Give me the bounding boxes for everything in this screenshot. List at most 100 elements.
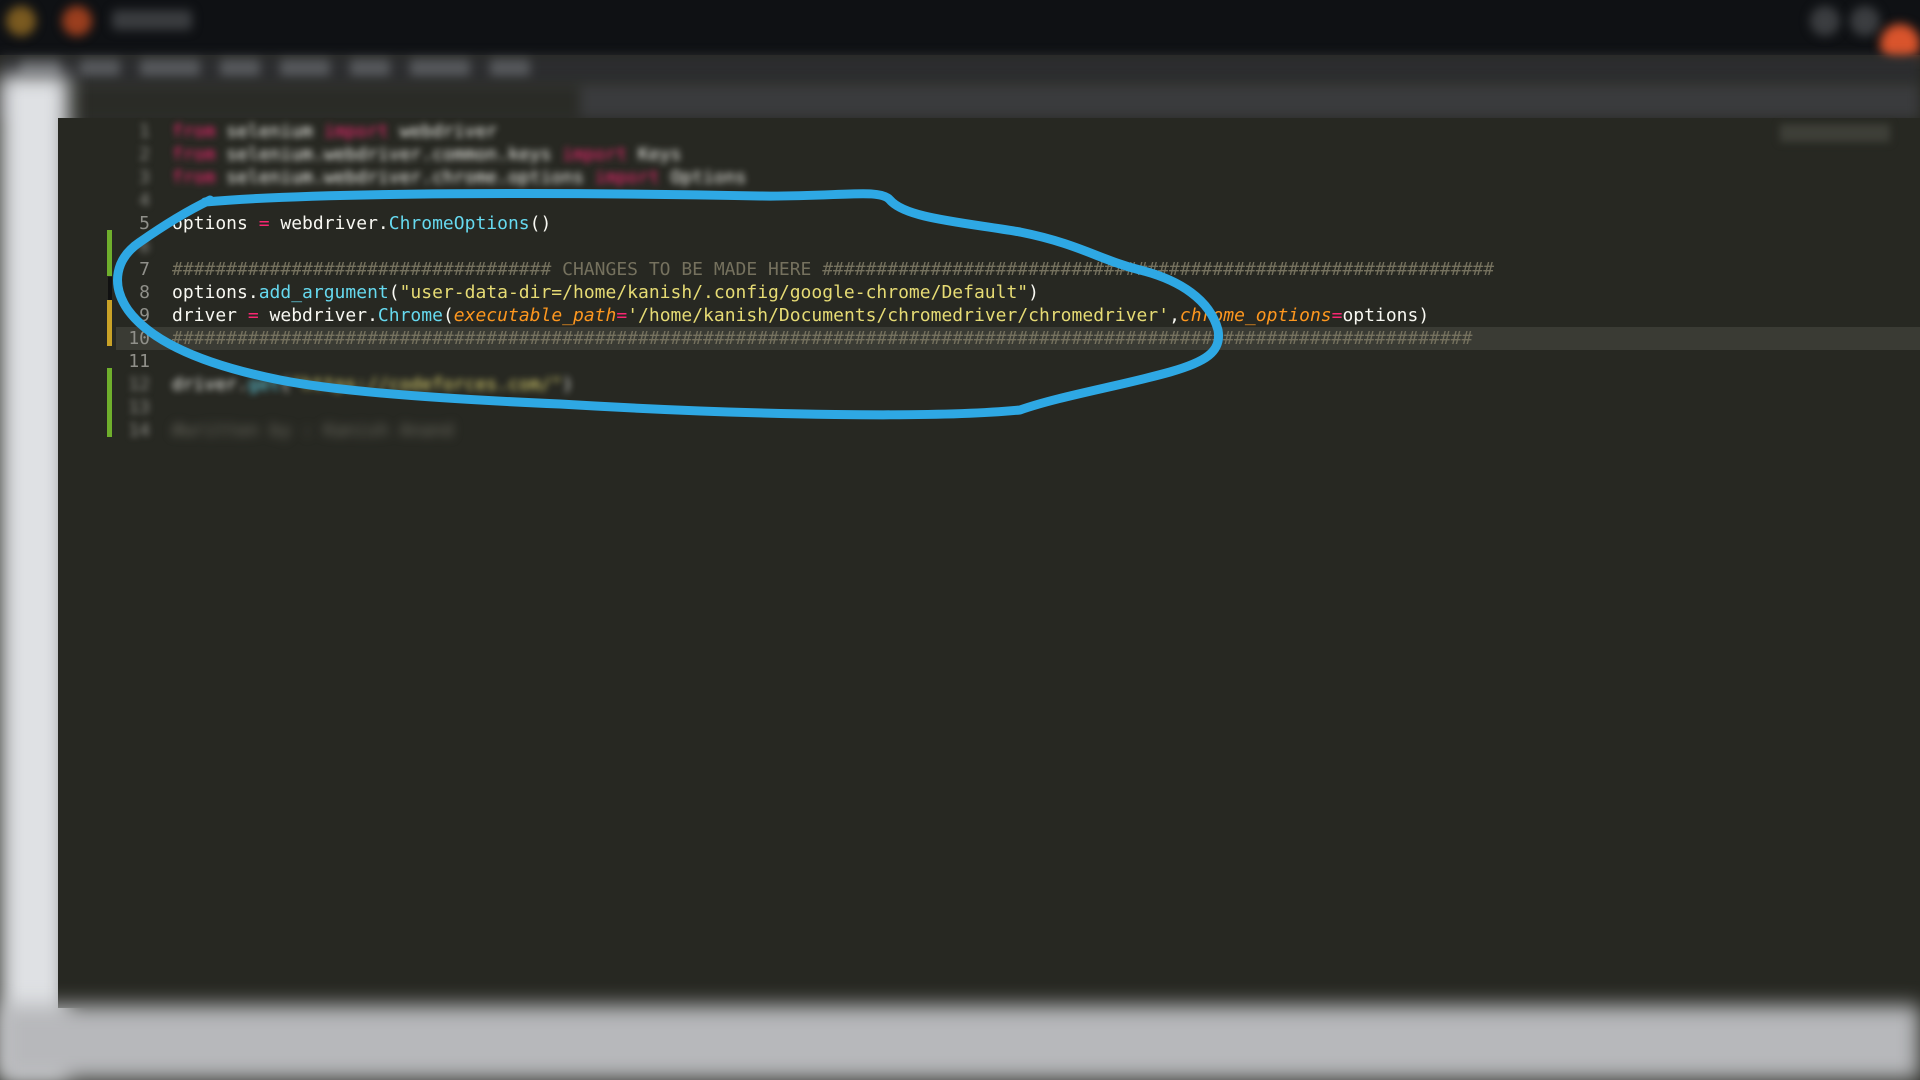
title-bar [0, 0, 1920, 64]
code-line[interactable]: 5 options = webdriver.ChromeOptions() [116, 212, 1920, 235]
code-token: chrome_options [1179, 305, 1332, 326]
code-text: driver = webdriver.Chrome(executable_pat… [172, 304, 1429, 327]
code-token: ########################################… [172, 328, 1473, 349]
code-text: options = webdriver.ChromeOptions() [172, 212, 551, 235]
code-token: ChromeOptions [388, 213, 530, 234]
code-line[interactable]: 10 ######################################… [116, 327, 1920, 350]
code-text: from selenium import webdriver [172, 120, 497, 143]
line-number: 14 [128, 420, 150, 441]
line-number: 11 [128, 351, 150, 372]
code-text: from selenium.webdriver.common.keys impo… [172, 143, 681, 166]
line-number: 7 [139, 259, 150, 280]
code-text: driver.get("https://codeforces.com/") [172, 373, 573, 396]
code-token: webdriver [388, 121, 498, 142]
code-token: options) [1342, 305, 1430, 326]
line-number: 4 [139, 190, 150, 211]
code-token: selenium [215, 121, 324, 142]
app-icon-secondary[interactable] [62, 6, 92, 36]
line-number: 3 [139, 167, 150, 188]
code-line[interactable]: 3 from selenium.webdriver.chrome.options … [116, 166, 1920, 189]
code-token: options. [172, 282, 259, 303]
line-number: 9 [139, 305, 150, 326]
code-line[interactable]: 4 [116, 189, 1920, 212]
line-number: 12 [128, 374, 150, 395]
code-token: add_argument [258, 282, 389, 303]
code-token: = [237, 305, 270, 326]
code-token: from [172, 144, 216, 165]
code-token: from [172, 121, 216, 142]
code-text: from selenium.webdriver.chrome.options i… [172, 166, 746, 189]
code-token: , [1169, 305, 1180, 326]
code-line[interactable]: 14 #written by : Kanish Anand [116, 419, 1920, 442]
menu-item[interactable] [140, 59, 200, 77]
code-token: "https://codeforces.com/" [291, 374, 563, 395]
line-number: 2 [139, 144, 150, 165]
app-icon[interactable] [6, 6, 36, 36]
code-token: driver. [172, 374, 248, 395]
menu-item[interactable] [410, 59, 470, 77]
code-token: webdriver. [269, 305, 378, 326]
code-token: executable_path [453, 305, 617, 326]
code-line[interactable]: 13 [116, 396, 1920, 419]
code-token: selenium.webdriver.chrome.options [215, 167, 595, 188]
screen: 1 from selenium import webdriver 2 from sel… [0, 0, 1920, 1080]
line-number: 1 [139, 121, 150, 142]
code-token: get [247, 374, 281, 395]
desktop-background [0, 1005, 1920, 1080]
line-number: 5 [139, 213, 150, 234]
maximize-icon[interactable] [1850, 6, 1880, 36]
code-token: Keys [627, 144, 682, 165]
code-line[interactable]: 6 [116, 235, 1920, 258]
code-text: options.add_argument("user-data-dir=/hom… [172, 281, 1039, 304]
app-menu-button[interactable] [112, 10, 192, 30]
code-token: Options [659, 167, 747, 188]
code-token: import [594, 167, 660, 188]
code-token: ( [388, 282, 400, 303]
window-title [560, 28, 1380, 52]
menu-item[interactable] [80, 59, 120, 77]
tab-active-file[interactable] [60, 87, 580, 117]
git-change-marker [107, 368, 112, 391]
git-change-marker [107, 391, 112, 437]
git-change-marker [107, 230, 112, 276]
menu-item[interactable] [220, 59, 260, 77]
code-line[interactable]: 9 driver = webdriver.Chrome(executable_pa… [116, 304, 1920, 327]
menu-item[interactable] [350, 59, 390, 77]
tab-bar [0, 83, 1920, 119]
menu-item[interactable] [490, 59, 530, 77]
code-token: () [529, 213, 552, 234]
code-token: import [562, 144, 628, 165]
code-line[interactable]: 7 ################################### CHA… [116, 258, 1920, 281]
code-token: ( [442, 305, 454, 326]
code-line[interactable]: 11 [116, 350, 1920, 373]
code-token: = [247, 213, 281, 234]
code-line[interactable]: 1 from selenium import webdriver [116, 120, 1920, 143]
menu-bar [0, 55, 1920, 83]
line-number: 8 [139, 282, 150, 303]
minimize-icon[interactable] [1810, 6, 1840, 36]
code-line[interactable]: 8 options.add_argument("user-data-dir=/ho… [116, 281, 1920, 304]
code-token: #written by : Kanish Anand [172, 420, 454, 441]
code-token: "user-data-dir=/home/kanish/.config/goog… [399, 282, 1029, 303]
line-number: 13 [128, 397, 150, 418]
code-token: driver [172, 305, 238, 326]
code-line[interactable]: 12 driver.get("https://codeforces.com/") [116, 373, 1920, 396]
code-token: options [172, 213, 248, 234]
git-change-marker [107, 300, 112, 346]
code-token: ( [280, 374, 292, 395]
line-number: 6 [139, 236, 150, 257]
code-token: '/home/kanish/Documents/chromedriver/chr… [627, 305, 1170, 326]
code-token: ) [1028, 282, 1039, 303]
menu-item[interactable] [280, 59, 330, 77]
code-text: ########################################… [172, 327, 1472, 350]
git-change-marker [108, 277, 112, 300]
code-text: ################################### CHAN… [172, 258, 1494, 281]
code-token: from [172, 167, 216, 188]
code-editor[interactable]: 1 from selenium import webdriver 2 from sel… [58, 118, 1920, 1008]
code-text: #written by : Kanish Anand [172, 419, 454, 442]
code-token: webdriver. [280, 213, 389, 234]
code-line[interactable]: 2 from selenium.webdriver.common.keys imp… [116, 143, 1920, 166]
code-token: ) [562, 374, 573, 395]
line-number: 10 [128, 328, 150, 349]
code-token: import [323, 121, 389, 142]
